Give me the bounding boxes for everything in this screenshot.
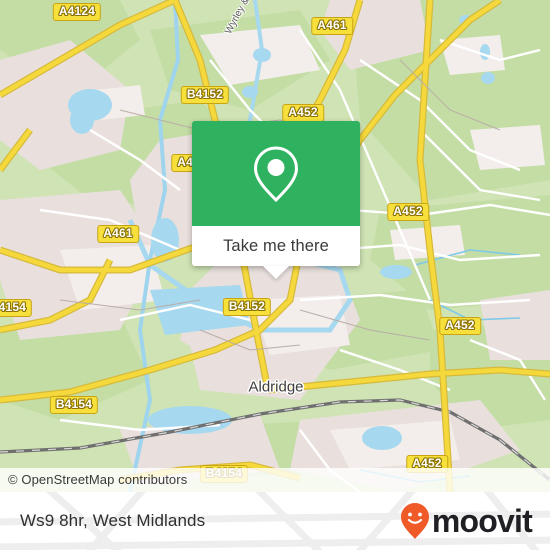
- moovit-wordmark: moovit: [431, 503, 533, 539]
- place-label-aldridge: Aldridge: [248, 378, 304, 396]
- moovit-pin-smile-icon: [400, 503, 429, 539]
- moovit-map-screen: Aldridge Wyrley & E A4124 B4152 A452 A46…: [0, 0, 550, 550]
- callout-icon-area: [192, 121, 360, 226]
- road-shield-b4154[interactable]: B4154: [0, 299, 33, 317]
- road-shield-a452[interactable]: A452: [439, 317, 481, 335]
- map-canvas[interactable]: Aldridge Wyrley & E A4124 B4152 A452 A46…: [0, 0, 550, 492]
- map-pin-icon: [253, 145, 299, 202]
- address-label: Ws9 8hr, West Midlands: [20, 511, 206, 530]
- moovit-brand-logo: moovit: [400, 502, 533, 540]
- callout-action-bar[interactable]: Take me there: [192, 226, 360, 266]
- road-shield-a452[interactable]: A452: [387, 203, 429, 221]
- road-shield-b4152[interactable]: B4152: [180, 86, 230, 104]
- road-shield-a4124[interactable]: A4124: [52, 3, 102, 21]
- callout-pointer-tail: [263, 266, 289, 279]
- destination-callout-card[interactable]: Take me there: [192, 121, 360, 279]
- road-shield-a461[interactable]: A461: [97, 225, 139, 243]
- take-me-there-label: Take me there: [223, 236, 329, 255]
- bottom-info-bar: Ws9 8hr, West Midlands moovit: [0, 492, 550, 550]
- road-shield-a461[interactable]: A461: [311, 17, 353, 35]
- road-shield-b4152[interactable]: B4152: [222, 298, 272, 316]
- road-shield-b4154[interactable]: B4154: [49, 396, 99, 414]
- road-shield-a452[interactable]: A452: [282, 104, 324, 122]
- osm-attribution: © OpenStreetMap contributors: [0, 468, 550, 492]
